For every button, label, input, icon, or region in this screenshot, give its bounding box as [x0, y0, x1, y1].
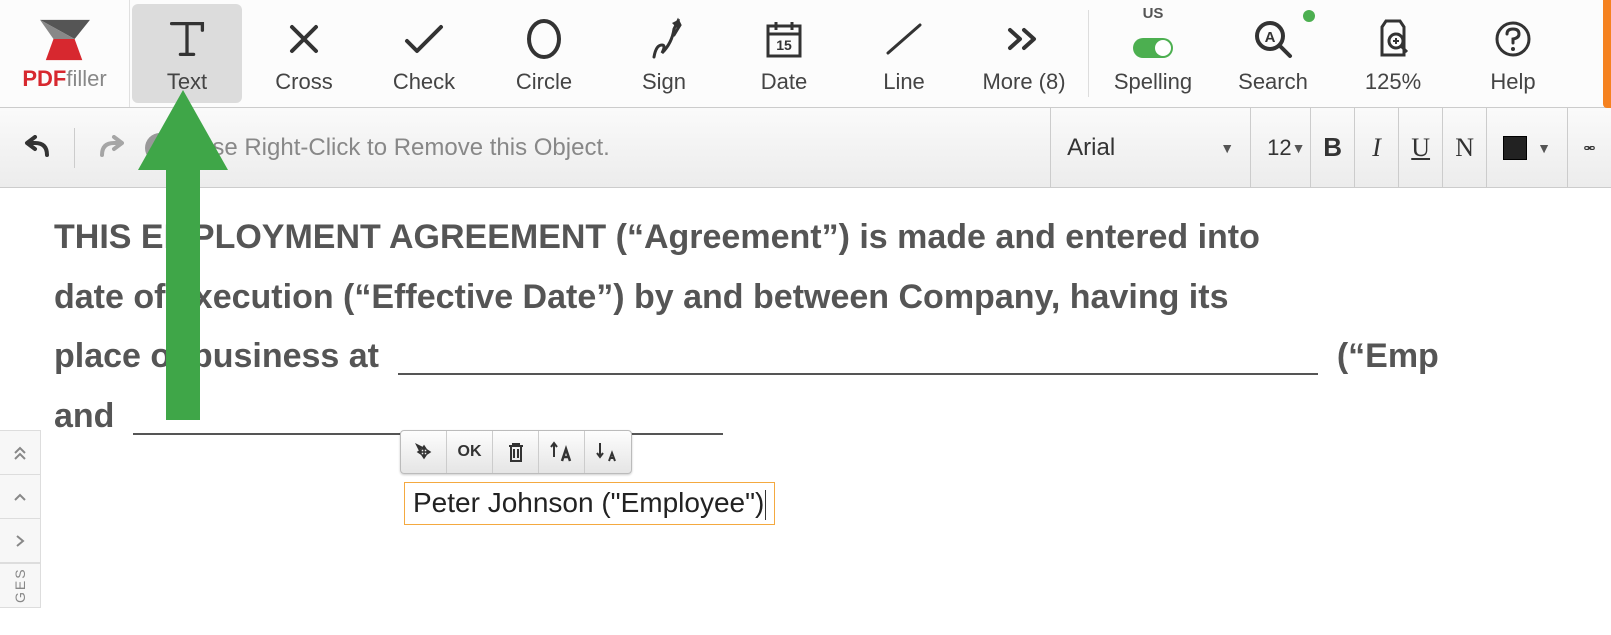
size-down-icon — [596, 441, 620, 463]
hint-text: Use Right-Click to Remove this Object. — [195, 134, 610, 162]
toolbar-divider — [1088, 10, 1089, 97]
move-handle[interactable] — [401, 431, 447, 473]
search-indicator-dot — [1303, 10, 1315, 22]
svg-text:A: A — [1265, 29, 1276, 46]
font-size-select[interactable]: 12 ▼ — [1250, 108, 1310, 187]
text-object-toolbar: OK — [400, 430, 632, 474]
utility-tools: US Spelling A Search 125% Help — [1093, 0, 1573, 107]
sign-icon — [644, 13, 684, 65]
cross-tool-button[interactable]: Cross — [244, 0, 364, 107]
zoom-icon — [1372, 13, 1414, 65]
chevron-up-icon — [12, 491, 28, 503]
underline-button[interactable]: U — [1398, 108, 1442, 187]
text-color-picker[interactable]: ▼ — [1486, 108, 1567, 187]
link-icon — [1584, 138, 1595, 158]
circle-tool-button[interactable]: Circle — [484, 0, 604, 107]
undo-icon — [21, 135, 51, 161]
spelling-button[interactable]: US Spelling — [1093, 0, 1213, 107]
circle-icon — [524, 13, 564, 65]
line-icon — [882, 13, 926, 65]
font-family-select[interactable]: Arial ▼ — [1050, 108, 1250, 187]
bold-button[interactable]: B — [1310, 108, 1354, 187]
chevron-double-right-icon — [1004, 13, 1044, 65]
italic-button[interactable]: I — [1354, 108, 1398, 187]
date-tool-button[interactable]: 15 Date — [724, 0, 844, 107]
scroll-up-button[interactable] — [0, 475, 40, 519]
chevron-double-up-icon — [12, 445, 28, 461]
size-up-icon — [550, 441, 574, 463]
chevron-down-icon: ▼ — [1537, 140, 1551, 156]
check-tool-button[interactable]: Check — [364, 0, 484, 107]
decrease-size-button[interactable] — [585, 431, 631, 473]
help-button[interactable]: Help — [1453, 0, 1573, 107]
editing-tools: Text Cross Check Circle Sign — [130, 0, 1084, 107]
text-cursor — [765, 490, 766, 520]
move-icon — [413, 441, 435, 463]
tutorial-arrow — [138, 90, 228, 420]
pdffiller-logo-icon — [36, 16, 94, 64]
cross-icon — [284, 13, 324, 65]
chevron-down-icon: ▼ — [1292, 140, 1306, 156]
spelling-region-label: US — [1143, 5, 1164, 22]
link-button[interactable] — [1567, 108, 1611, 187]
scroll-down-button[interactable] — [0, 519, 40, 563]
calendar-icon: 15 — [764, 13, 804, 65]
chevron-down-icon: ▼ — [1220, 140, 1234, 156]
line-tool-button[interactable]: Line — [844, 0, 964, 107]
pages-label: GES — [0, 563, 40, 607]
delete-button[interactable] — [493, 431, 539, 473]
increase-size-button[interactable] — [539, 431, 585, 473]
text-icon — [165, 13, 209, 65]
redo-icon — [98, 135, 128, 161]
ok-button[interactable]: OK — [447, 431, 493, 473]
text-input-field[interactable]: Peter Johnson ("Employee") — [404, 482, 775, 525]
main-toolbar: PDFfiller Text Cross Check Circle — [0, 0, 1611, 108]
search-button[interactable]: A Search — [1213, 0, 1333, 107]
search-icon: A — [1252, 13, 1294, 65]
more-tools-button[interactable]: More (8) — [964, 0, 1084, 107]
redo-button[interactable] — [95, 130, 131, 166]
sign-tool-button[interactable]: Sign — [604, 0, 724, 107]
undo-button[interactable] — [18, 130, 54, 166]
svg-text:15: 15 — [776, 37, 792, 53]
drawer-handle[interactable] — [1603, 0, 1611, 108]
spelling-toggle[interactable] — [1133, 38, 1173, 58]
normal-style-button[interactable]: N — [1442, 108, 1486, 187]
pages-sidebar: GES — [0, 430, 41, 608]
divider — [74, 128, 75, 168]
zoom-button[interactable]: 125% — [1333, 0, 1453, 107]
document-canvas[interactable]: THIS EMPLOYMENT AGREEMENT (“Agreement”) … — [0, 188, 1611, 635]
chevron-right-icon — [14, 533, 26, 549]
trash-icon — [506, 441, 526, 463]
color-swatch — [1503, 136, 1527, 160]
check-icon — [401, 13, 447, 65]
document-text: THIS EMPLOYMENT AGREEMENT (“Agreement”) … — [54, 208, 1611, 446]
logo-text: PDFfiller — [22, 66, 106, 92]
format-toolbar: Use Right-Click to Remove this Object. A… — [0, 108, 1611, 188]
scroll-top-button[interactable] — [0, 431, 40, 475]
logo[interactable]: PDFfiller — [0, 0, 130, 107]
address-blank[interactable] — [398, 373, 1318, 375]
text-tool-button[interactable]: Text — [132, 4, 242, 103]
help-icon — [1493, 13, 1533, 65]
